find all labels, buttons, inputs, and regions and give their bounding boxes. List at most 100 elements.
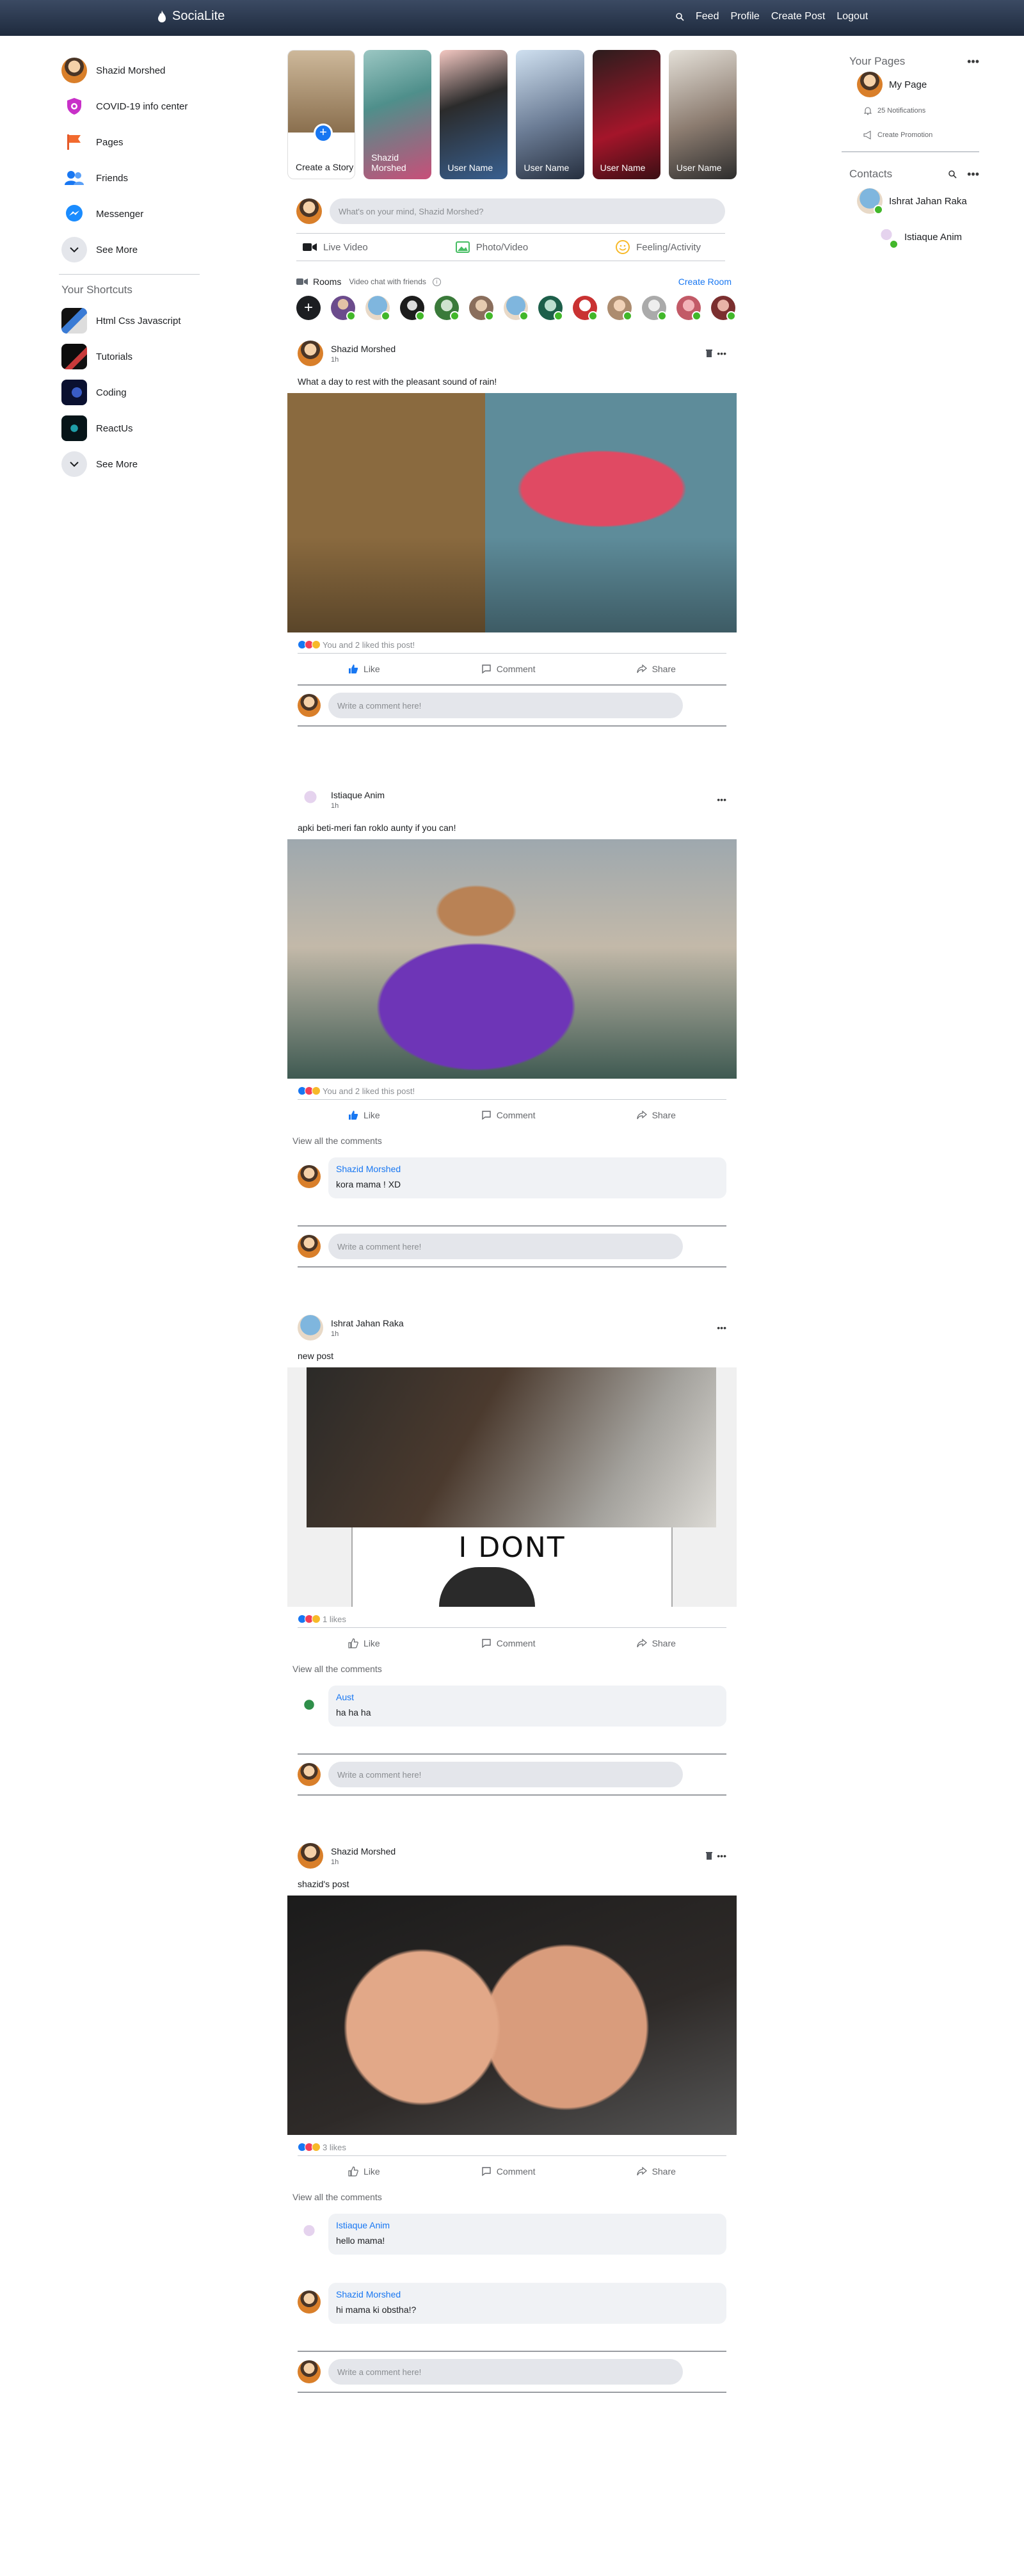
avatar[interactable] bbox=[298, 1165, 321, 1188]
nav-logout-link[interactable]: Logout bbox=[836, 11, 868, 22]
comment-button[interactable]: Comment bbox=[481, 664, 535, 674]
avatar[interactable] bbox=[298, 1693, 321, 1716]
like-button[interactable]: Like bbox=[348, 2166, 380, 2177]
comment-input[interactable]: Write a comment here! bbox=[328, 1762, 683, 1787]
post-author[interactable]: Ishrat Jahan Raka bbox=[331, 1318, 404, 1328]
story-card[interactable]: User Name bbox=[440, 50, 508, 179]
share-button[interactable]: Share bbox=[636, 2166, 676, 2177]
composer-input[interactable]: What's on your mind, Shazid Morshed? bbox=[330, 198, 725, 224]
post-image[interactable] bbox=[287, 1896, 737, 2135]
avatar[interactable] bbox=[365, 296, 390, 321]
like-button[interactable]: Like bbox=[348, 1110, 380, 1120]
story-card[interactable]: User Name bbox=[516, 50, 584, 179]
avatar[interactable] bbox=[538, 296, 563, 321]
comment-input[interactable]: Write a comment here! bbox=[328, 1234, 683, 1259]
like-count[interactable]: 1 likes bbox=[323, 1614, 346, 1624]
share-button[interactable]: Share bbox=[636, 1638, 676, 1648]
post-author[interactable]: Shazid Morshed bbox=[331, 344, 396, 354]
comment-author[interactable]: Shazid Morshed bbox=[336, 2289, 719, 2299]
story-card[interactable]: User Name bbox=[668, 50, 737, 179]
post-author[interactable]: Istiaque Anim bbox=[331, 790, 385, 800]
feeling-activity-button[interactable]: Feeling/Activity bbox=[616, 240, 701, 254]
comment-input[interactable]: Write a comment here! bbox=[328, 693, 683, 718]
create-promotion-item[interactable]: Create Promotion bbox=[842, 123, 979, 147]
post-image[interactable] bbox=[287, 393, 737, 632]
post-author[interactable]: Shazid Morshed bbox=[331, 1846, 396, 1856]
shortcut-item[interactable]: Coding bbox=[59, 374, 201, 410]
avatar[interactable] bbox=[469, 296, 494, 321]
nav-feed-link[interactable]: Feed bbox=[696, 11, 719, 22]
photo-video-button[interactable]: Photo/Video bbox=[455, 240, 528, 254]
view-all-comments-link[interactable]: View all the comments bbox=[287, 1659, 737, 1679]
plus-icon[interactable]: + bbox=[314, 124, 333, 143]
avatar[interactable] bbox=[331, 296, 356, 321]
more-options-icon[interactable]: ••• bbox=[717, 348, 726, 358]
sidebar-item-pages[interactable]: Pages bbox=[59, 124, 201, 160]
story-card[interactable]: User Name bbox=[592, 50, 660, 179]
share-button[interactable]: Share bbox=[636, 1110, 676, 1120]
search-icon[interactable] bbox=[675, 12, 684, 21]
shortcut-item[interactable]: ReactUs bbox=[59, 410, 201, 446]
comment-author[interactable]: Aust bbox=[336, 1692, 719, 1702]
add-room-icon[interactable]: + bbox=[296, 296, 321, 320]
shortcuts-see-more[interactable]: See More bbox=[59, 446, 201, 482]
comment-button[interactable]: Comment bbox=[481, 1110, 535, 1120]
more-options-icon[interactable]: ••• bbox=[717, 794, 726, 805]
avatar[interactable] bbox=[298, 2290, 321, 2314]
avatar[interactable] bbox=[711, 296, 736, 321]
sidebar-see-more[interactable]: See More bbox=[59, 232, 201, 268]
create-story-card[interactable]: + Create a Story bbox=[287, 50, 356, 179]
nav-profile-link[interactable]: Profile bbox=[730, 11, 759, 22]
avatar[interactable] bbox=[504, 296, 529, 321]
post-image[interactable] bbox=[287, 839, 737, 1079]
shortcut-item[interactable]: Tutorials bbox=[59, 339, 201, 374]
contact-item[interactable]: Istiaque Anim bbox=[842, 219, 979, 255]
more-options-icon[interactable]: ••• bbox=[717, 1323, 726, 1333]
comment-author[interactable]: Istiaque Anim bbox=[336, 2220, 719, 2230]
notifications-item[interactable]: 25 Notifications bbox=[842, 99, 979, 123]
avatar[interactable] bbox=[298, 341, 323, 366]
like-count[interactable]: You and 2 liked this post! bbox=[323, 1086, 415, 1096]
avatar[interactable] bbox=[573, 296, 598, 321]
avatar[interactable] bbox=[298, 2221, 321, 2244]
like-count[interactable]: You and 2 liked this post! bbox=[323, 640, 415, 650]
comment-button[interactable]: Comment bbox=[481, 2166, 535, 2177]
sidebar-item-covid[interactable]: COVID-19 info center bbox=[59, 88, 201, 124]
avatar[interactable] bbox=[676, 296, 701, 321]
create-room-link[interactable]: Create Room bbox=[678, 277, 732, 287]
trash-icon[interactable] bbox=[705, 349, 713, 358]
like-count[interactable]: 3 likes bbox=[323, 2143, 346, 2152]
search-icon[interactable] bbox=[948, 170, 957, 179]
shortcut-item[interactable]: Html Css Javascript bbox=[59, 303, 201, 339]
like-button[interactable]: Like bbox=[348, 664, 380, 674]
share-button[interactable]: Share bbox=[636, 664, 676, 674]
sidebar-item-friends[interactable]: Friends bbox=[59, 160, 201, 196]
avatar[interactable] bbox=[298, 1843, 323, 1869]
like-button[interactable]: Like bbox=[348, 1638, 380, 1648]
comment-input[interactable]: Write a comment here! bbox=[328, 2359, 683, 2385]
avatar[interactable] bbox=[642, 296, 667, 321]
avatar[interactable] bbox=[298, 1315, 323, 1340]
my-page-item[interactable]: My Page bbox=[842, 70, 979, 99]
info-icon[interactable]: i bbox=[432, 277, 441, 286]
live-video-button[interactable]: Live Video bbox=[303, 240, 368, 254]
post-image[interactable]: I DONT bbox=[287, 1367, 737, 1607]
avatar[interactable] bbox=[400, 296, 425, 321]
more-options-icon[interactable]: ••• bbox=[717, 1851, 726, 1861]
contact-item[interactable]: Ishrat Jahan Raka bbox=[842, 183, 979, 219]
more-options-icon[interactable]: ••• bbox=[967, 55, 979, 68]
more-options-icon[interactable]: ••• bbox=[967, 168, 979, 181]
story-card[interactable]: Shazid Morshed bbox=[364, 50, 432, 179]
sidebar-item-profile[interactable]: Shazid Morshed bbox=[59, 52, 201, 88]
avatar[interactable] bbox=[435, 296, 460, 321]
comment-author[interactable]: Shazid Morshed bbox=[336, 1164, 719, 1174]
sidebar-item-messenger[interactable]: Messenger bbox=[59, 196, 201, 232]
nav-create-post-link[interactable]: Create Post bbox=[771, 11, 825, 22]
avatar[interactable] bbox=[607, 296, 632, 321]
brand[interactable]: SociaLite bbox=[157, 9, 225, 24]
comment-button[interactable]: Comment bbox=[481, 1638, 535, 1648]
trash-icon[interactable] bbox=[705, 1851, 713, 1860]
avatar[interactable] bbox=[298, 787, 323, 812]
view-all-comments-link[interactable]: View all the comments bbox=[287, 1131, 737, 1151]
view-all-comments-link[interactable]: View all the comments bbox=[287, 2187, 737, 2207]
